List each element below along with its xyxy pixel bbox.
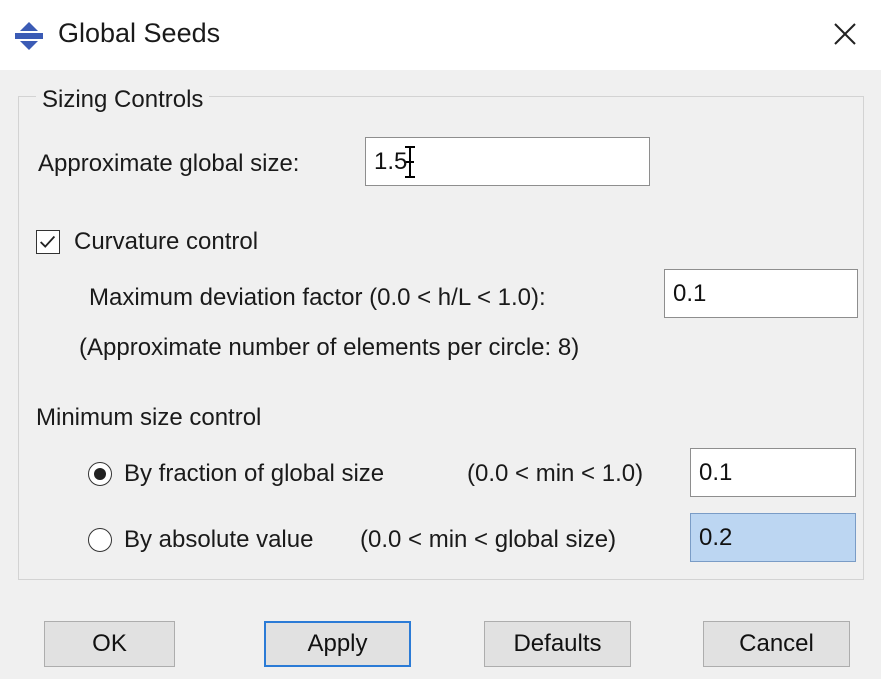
absolute-range-label: (0.0 < min < global size) (360, 526, 617, 553)
deviation-factor-input[interactable]: 0.1 (664, 269, 858, 318)
window-title: Global Seeds (58, 18, 221, 48)
curvature-control-label: Curvature control (74, 228, 259, 255)
global-size-label: Approximate global size: (38, 150, 300, 177)
curvature-control-checkbox[interactable] (36, 230, 60, 254)
text-cursor-icon (405, 146, 415, 178)
radio-selected-dot (94, 468, 106, 480)
close-icon[interactable] (823, 12, 867, 56)
absolute-input[interactable]: 0.2 (690, 513, 856, 562)
deviation-factor-label: Maximum deviation factor (0.0 < h/L < 1.… (89, 284, 546, 311)
fraction-range-label: (0.0 < min < 1.0) (467, 460, 644, 487)
title-bar: Global Seeds (0, 0, 881, 70)
elements-per-circle-note: (Approximate number of elements per circ… (79, 334, 580, 361)
ok-button[interactable]: OK (44, 621, 175, 667)
cancel-button[interactable]: Cancel (703, 621, 850, 667)
defaults-button[interactable]: Defaults (484, 621, 631, 667)
absolute-label: By absolute value (124, 526, 314, 553)
sizing-controls-label: Sizing Controls (36, 86, 210, 114)
abaqus-app-icon (15, 22, 43, 50)
absolute-radio[interactable] (88, 528, 112, 552)
checkmark-icon (40, 235, 56, 248)
fraction-label: By fraction of global size (124, 460, 385, 487)
apply-button[interactable]: Apply (264, 621, 411, 667)
fraction-radio[interactable] (88, 462, 112, 486)
fraction-input[interactable]: 0.1 (690, 448, 856, 497)
minimum-size-control-label: Minimum size control (36, 404, 262, 431)
